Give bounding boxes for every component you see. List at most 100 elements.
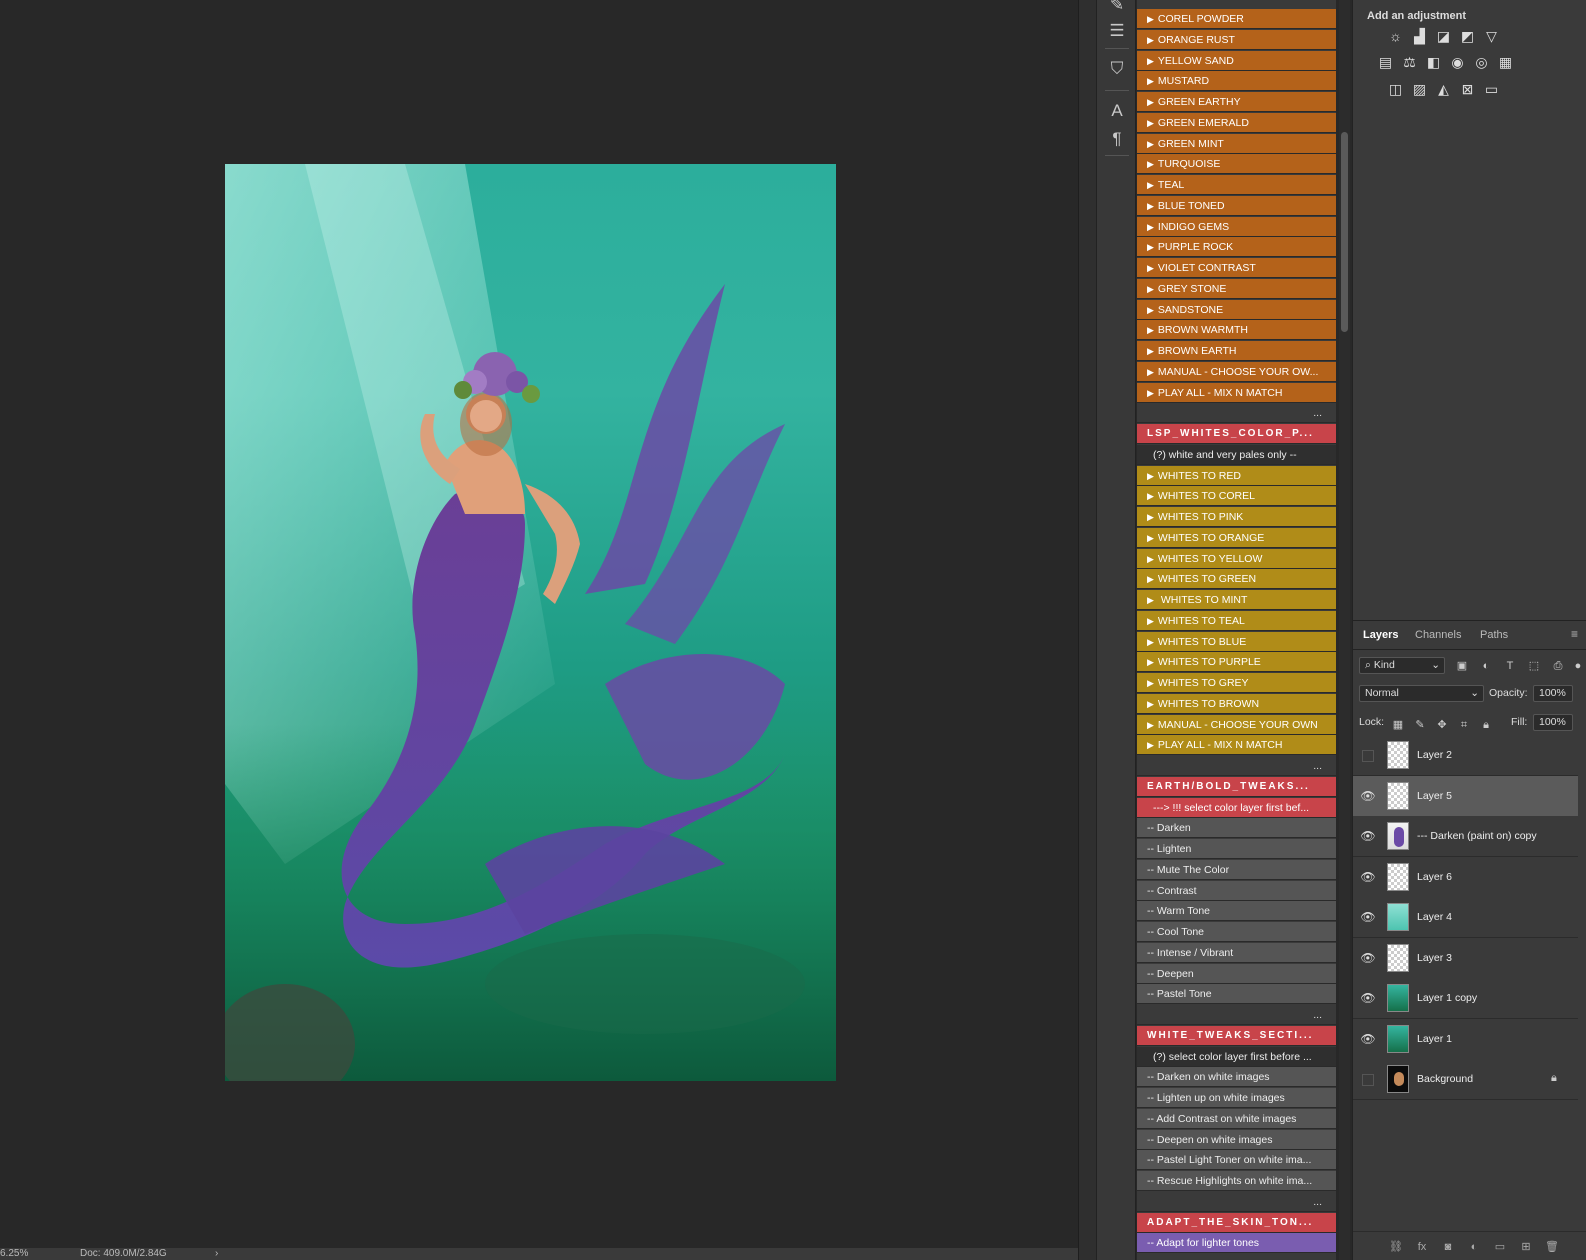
action-item[interactable]: ▶ WHITES TO ORANGE	[1137, 528, 1336, 548]
lock-transparent-icon[interactable]: ▦	[1391, 718, 1405, 732]
canvas-scrollbar[interactable]	[1078, 0, 1096, 1260]
type-filter-icon[interactable]: T	[1503, 659, 1517, 673]
expand-triangle-icon[interactable]: ▶	[1147, 694, 1154, 713]
layer-thumbnail[interactable]	[1387, 943, 1409, 972]
fill-input[interactable]: 100%	[1533, 714, 1573, 731]
action-item[interactable]: ▶ WHITES TO PURPLE	[1137, 652, 1336, 672]
pixel-filter-icon[interactable]: ▣	[1455, 659, 1469, 673]
layer-row[interactable]: 👁︎ Layer 6	[1353, 856, 1578, 898]
new-adjustment-icon[interactable]: ◐	[1467, 1240, 1481, 1254]
gradient-map-icon[interactable]: ▭	[1483, 81, 1500, 98]
expand-triangle-icon[interactable]: ▶	[1147, 258, 1154, 277]
action-item[interactable]: ▶ YELLOW SAND	[1137, 51, 1336, 71]
photo-filter-icon[interactable]: ◉	[1449, 54, 1466, 71]
action-item[interactable]: ▶ PURPLE ROCK	[1137, 237, 1336, 257]
actions-scrollbar[interactable]	[1339, 0, 1350, 1260]
layer-thumbnail[interactable]	[1387, 822, 1409, 850]
expand-triangle-icon[interactable]: ▶	[1147, 134, 1154, 153]
black-white-icon[interactable]: ◧	[1425, 54, 1442, 71]
action-item[interactable]: -- Lighten	[1137, 839, 1336, 859]
action-item[interactable]: ▶ TEAL	[1137, 175, 1336, 195]
shape-filter-icon[interactable]: ⬚	[1527, 659, 1541, 673]
expand-triangle-icon[interactable]: ▶	[1147, 590, 1154, 609]
vibrance-icon[interactable]: ▽	[1483, 28, 1500, 45]
zoom-level[interactable]: 6.25%	[0, 1248, 28, 1260]
action-item[interactable]: -- Rescue Highlights on white ima...	[1137, 1171, 1336, 1191]
action-separator[interactable]: ...	[1137, 756, 1336, 776]
expand-triangle-icon[interactable]: ▶	[1147, 30, 1154, 49]
layer-row[interactable]: 👁︎ Layer 1 copy	[1353, 978, 1578, 1019]
action-item[interactable]: ▶ MANUAL - CHOOSE YOUR OWN	[1137, 715, 1336, 735]
smart-object-filter-icon[interactable]: ⎙	[1551, 659, 1565, 673]
action-item[interactable]: ▶ WHITES TO BLUE	[1137, 632, 1336, 652]
action-item[interactable]: ▶ WHITES TO MINT	[1137, 590, 1336, 610]
action-separator[interactable]: ...	[1137, 1005, 1336, 1025]
layer-row[interactable]: 👁︎ Layer 3	[1353, 937, 1578, 979]
trash-icon[interactable]: 🗑︎	[1545, 1240, 1559, 1254]
action-item[interactable]: ▶ GREY STONE	[1137, 279, 1336, 299]
action-item[interactable]: ▶ COREL POWDER	[1137, 9, 1336, 29]
action-item[interactable]: -- Add Contrast on white images	[1137, 1109, 1336, 1129]
action-item[interactable]: -- Darken on white images	[1137, 1067, 1336, 1087]
expand-triangle-icon[interactable]: ▶	[1147, 9, 1154, 28]
action-item[interactable]: ▶ WHITES TO RED	[1137, 466, 1336, 486]
layer-row[interactable]: 👁︎ --- Darken (paint on) copy	[1353, 816, 1578, 857]
channel-mixer-icon[interactable]: ◎	[1473, 54, 1490, 71]
expand-triangle-icon[interactable]: ▶	[1147, 154, 1154, 173]
lock-image-icon[interactable]: ✎	[1413, 718, 1427, 732]
visibility-eye-icon[interactable]: 👁︎	[1360, 789, 1376, 803]
expand-triangle-icon[interactable]: ▶	[1147, 466, 1154, 485]
action-item[interactable]: -- Intense / Vibrant	[1137, 943, 1336, 963]
expand-triangle-icon[interactable]: ▶	[1147, 486, 1154, 505]
tab-layers[interactable]: Layers	[1363, 629, 1398, 641]
action-item[interactable]: ▶ WHITES TO GREY	[1137, 673, 1336, 693]
invert-icon[interactable]: ◫	[1387, 81, 1404, 98]
visibility-eye-icon[interactable]: 👁︎	[1360, 829, 1376, 843]
expand-triangle-icon[interactable]: ▶	[1147, 341, 1154, 360]
layer-name[interactable]: Layer 1 copy	[1417, 992, 1477, 1004]
new-group-icon[interactable]: ▭	[1493, 1240, 1507, 1254]
lock-all-icon[interactable]: 🔒︎	[1479, 718, 1493, 732]
action-item[interactable]: -- Contrast	[1137, 881, 1336, 901]
opacity-input[interactable]: 100%	[1533, 685, 1573, 702]
visibility-eye-icon[interactable]: 👁︎	[1360, 870, 1376, 884]
blend-mode-select[interactable]: Normal ⌄	[1359, 685, 1484, 702]
layer-row[interactable]: Background 🔒︎	[1353, 1059, 1578, 1100]
action-item[interactable]: ▶ BLUE TONED	[1137, 196, 1336, 216]
action-note[interactable]: (?) white and very pales only --	[1137, 445, 1336, 465]
expand-triangle-icon[interactable]: ▶	[1147, 362, 1154, 381]
expand-triangle-icon[interactable]: ▶	[1147, 51, 1154, 70]
action-item[interactable]: ▶ GREEN MINT	[1137, 134, 1336, 154]
action-item[interactable]: -- Mute The Color	[1137, 860, 1336, 880]
action-item[interactable]: -- Deepen	[1137, 964, 1336, 984]
visibility-eye-icon[interactable]	[1362, 1074, 1374, 1086]
action-item[interactable]: ▶ PLAY ALL - MIX N MATCH	[1137, 383, 1336, 403]
action-item[interactable]: ▶ BROWN EARTH	[1137, 341, 1336, 361]
action-note[interactable]: (?) select color layer first before ...	[1137, 1047, 1336, 1067]
paragraph-icon[interactable]: ¶	[1105, 128, 1129, 150]
layer-name[interactable]: Background	[1417, 1073, 1473, 1085]
layer-thumbnail[interactable]	[1387, 1024, 1409, 1053]
lock-position-icon[interactable]: ✥	[1435, 718, 1449, 732]
threshold-icon[interactable]: ◭	[1435, 81, 1452, 98]
brightness-icon[interactable]: ☼	[1387, 28, 1404, 45]
layer-row[interactable]: 👁︎ Layer 1	[1353, 1018, 1578, 1060]
visibility-eye-icon[interactable]: 👁︎	[1360, 910, 1376, 924]
layer-thumbnail[interactable]	[1387, 741, 1409, 769]
action-separator[interactable]: ...	[1137, 403, 1336, 423]
tab-paths[interactable]: Paths	[1480, 629, 1508, 641]
layer-name[interactable]: Layer 5	[1417, 790, 1452, 802]
layer-name[interactable]: Layer 6	[1417, 871, 1452, 883]
expand-triangle-icon[interactable]: ▶	[1147, 652, 1154, 671]
action-item[interactable]: -- Adapt for lighter tones	[1137, 1233, 1336, 1253]
action-set-header[interactable]: LSP_WHITES_COLOR_P...	[1137, 424, 1336, 444]
expand-triangle-icon[interactable]: ▶	[1147, 279, 1154, 298]
expand-triangle-icon[interactable]: ▶	[1147, 673, 1154, 692]
layer-thumbnail[interactable]	[1387, 1065, 1409, 1093]
kind-filter-select[interactable]: ⌕ Kind ⌄	[1359, 657, 1445, 674]
expand-triangle-icon[interactable]: ▶	[1147, 528, 1154, 547]
expand-triangle-icon[interactable]: ▶	[1147, 217, 1154, 236]
action-item[interactable]: ▶ SANDSTONE	[1137, 300, 1336, 320]
action-item[interactable]: -- Lighten up on white images	[1137, 1088, 1336, 1108]
action-item[interactable]: -- Cool Tone	[1137, 922, 1336, 942]
